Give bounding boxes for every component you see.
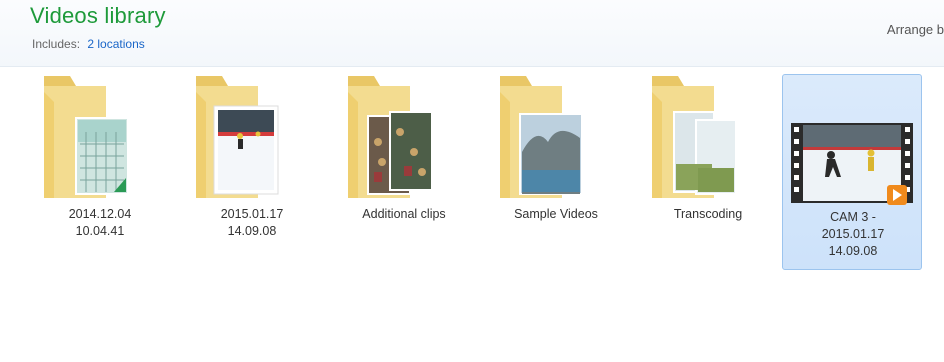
item-label: 2015.01.17 14.09.08: [220, 207, 284, 238]
item-label: 2014.12.04 10.04.41: [68, 207, 132, 238]
folder-icon: [652, 76, 737, 198]
folder-item-transcoding[interactable]: Transcoding: [638, 72, 778, 270]
includes-line: Includes: 2 locations: [32, 37, 145, 51]
library-title: Videos library: [30, 3, 166, 28]
folder-item-2015-01-17[interactable]: 2015.01.17 14.09.08: [182, 72, 322, 270]
item-label: Additional clips: [362, 207, 446, 221]
library-header: Videos library Includes: 2 locations Arr…: [0, 0, 944, 67]
folder-item-2014-12-04[interactable]: 2014.12.04 10.04.41: [30, 72, 170, 270]
folder-icon: [348, 76, 433, 198]
item-label: Transcoding: [673, 207, 743, 221]
file-grid: 2014.12.04 10.04.41 2015.01.17 14.09.08: [0, 72, 944, 362]
video-file-icon: [791, 123, 913, 205]
item-label: Sample Videos: [514, 207, 598, 221]
locations-link[interactable]: 2 locations: [87, 37, 144, 51]
folder-icon: [500, 76, 583, 198]
video-item-cam-3[interactable]: CAM 3 - 2015.01.17 14.09.08: [782, 74, 922, 270]
item-label: CAM 3 - 2015.01.17 14.09.08: [821, 210, 885, 258]
folder-icon: [196, 76, 279, 198]
folder-icon: [44, 76, 129, 198]
includes-label: Includes:: [32, 37, 81, 51]
folder-item-sample-videos[interactable]: Sample Videos: [486, 72, 626, 270]
folder-item-additional-clips[interactable]: Additional clips: [334, 72, 474, 270]
arrange-by-menu[interactable]: Arrange b: [887, 22, 944, 37]
